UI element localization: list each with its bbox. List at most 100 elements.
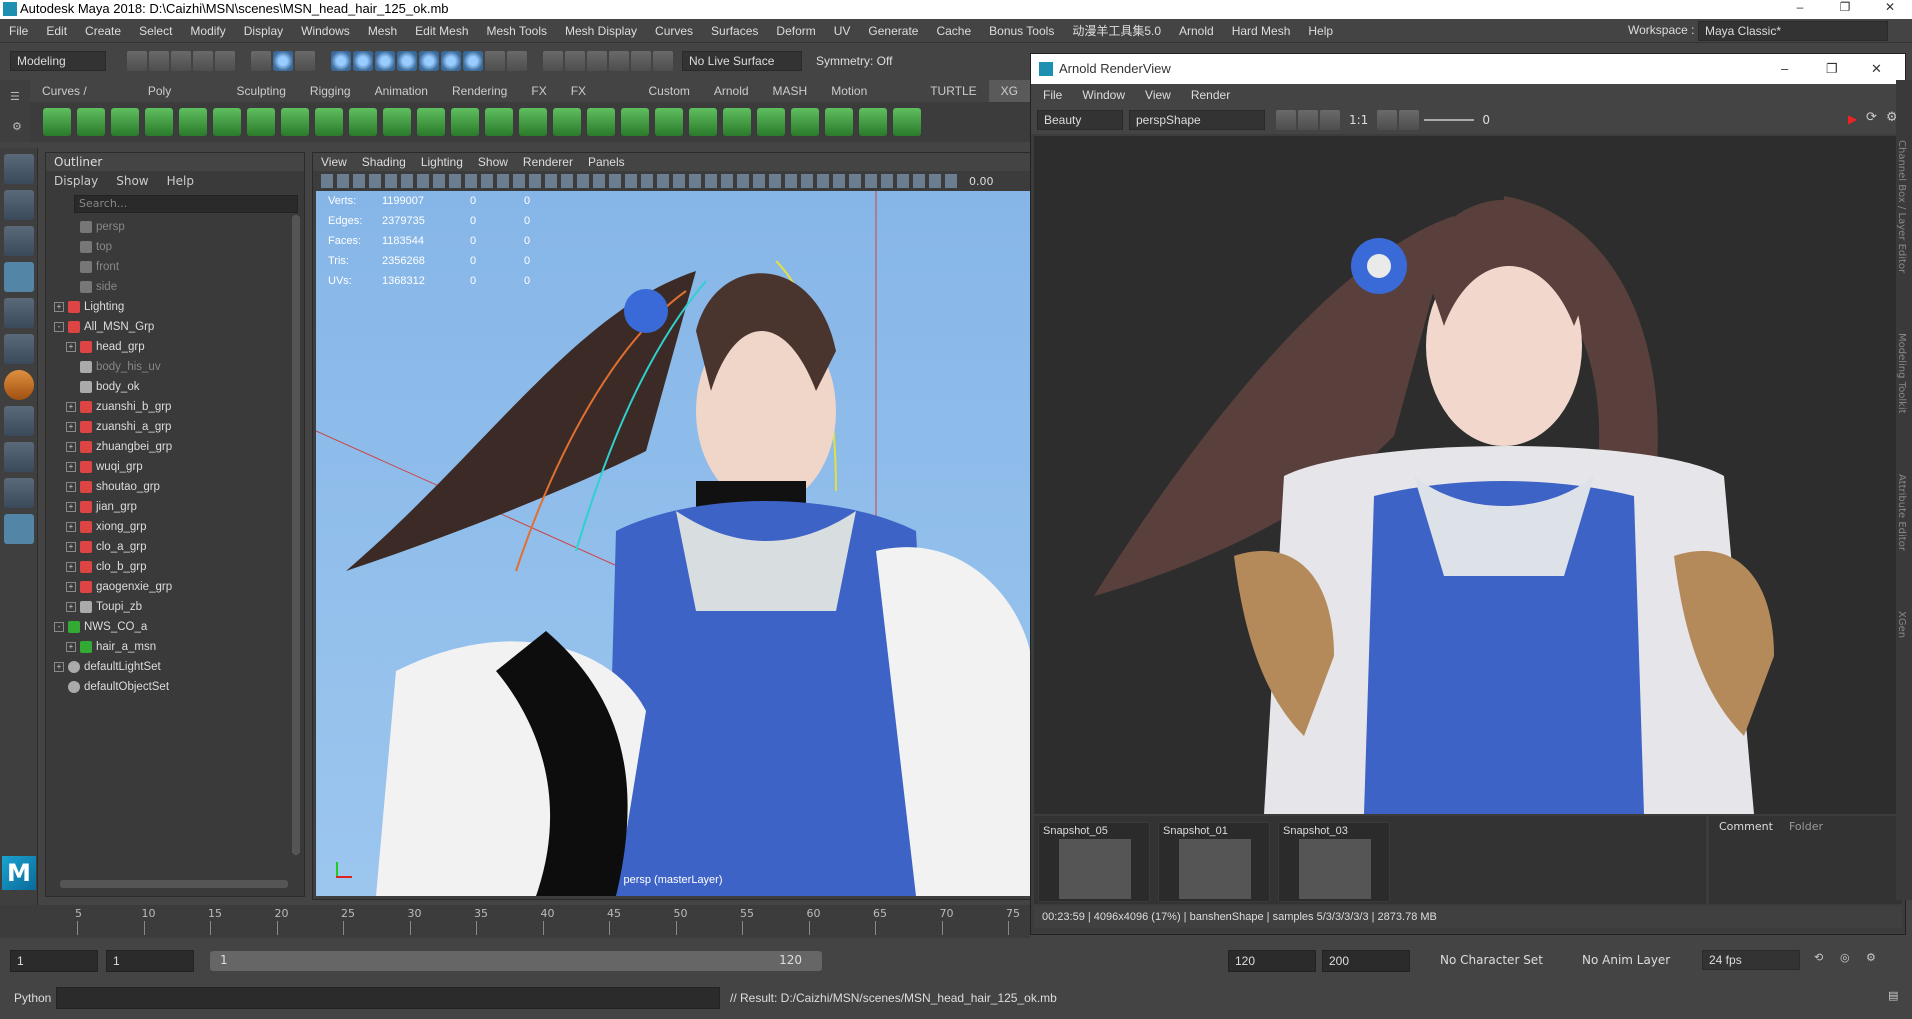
tab-mash[interactable]: MASH bbox=[761, 80, 820, 102]
xgen-grow-icon[interactable] bbox=[621, 108, 649, 136]
expand-icon[interactable]: + bbox=[54, 302, 64, 312]
expand-icon[interactable]: + bbox=[66, 642, 76, 652]
exposure-slider[interactable] bbox=[1424, 119, 1475, 121]
outliner-menu-display[interactable]: Display bbox=[54, 171, 98, 191]
outliner-item[interactable]: + defaultLightSet bbox=[46, 657, 304, 677]
tab-custom[interactable]: Custom bbox=[637, 80, 702, 102]
menu-help[interactable]: Help bbox=[1299, 19, 1342, 43]
expand-icon[interactable]: + bbox=[66, 562, 76, 572]
menu-bonus-tools[interactable]: Bonus Tools bbox=[980, 19, 1063, 43]
renderview-maximize-button[interactable]: ❐ bbox=[1826, 54, 1838, 84]
xgen-add-guide-icon[interactable] bbox=[213, 108, 241, 136]
snapshot-item[interactable]: Snapshot_01 bbox=[1158, 822, 1270, 902]
expand-icon[interactable]: + bbox=[66, 442, 76, 452]
outliner-item[interactable]: + zuanshi_a_grp bbox=[46, 417, 304, 437]
scene-end-field[interactable]: 200 bbox=[1322, 950, 1410, 972]
collapse-icon[interactable]: - bbox=[54, 622, 64, 632]
xgen-tab[interactable]: XGen bbox=[1896, 611, 1907, 638]
live-surface-field[interactable]: No Live Surface bbox=[682, 51, 802, 71]
menu-mesh-display[interactable]: Mesh Display bbox=[556, 19, 646, 43]
menu-mesh-tools[interactable]: Mesh Tools bbox=[478, 19, 556, 43]
tab-fx-caching[interactable]: FX Caching bbox=[559, 80, 637, 120]
move-tool-icon[interactable] bbox=[4, 262, 34, 292]
menu-edit[interactable]: Edit bbox=[37, 19, 76, 43]
viewport-tool-icons[interactable] bbox=[321, 174, 961, 188]
xgen-coil-icon[interactable] bbox=[485, 108, 513, 136]
auto-key-icon[interactable]: ◎ bbox=[1840, 951, 1850, 964]
viewport-menu-view[interactable]: View bbox=[321, 153, 347, 171]
scene-start-field[interactable]: 1 bbox=[10, 950, 98, 972]
open-scene-icon[interactable] bbox=[149, 51, 169, 71]
tab-rendering[interactable]: Rendering bbox=[440, 80, 519, 102]
menu-select[interactable]: Select bbox=[130, 19, 181, 43]
tab-folder[interactable]: Folder bbox=[1789, 820, 1823, 833]
outliner-menu-help[interactable]: Help bbox=[167, 171, 194, 191]
camera-dropdown[interactable]: perspShape bbox=[1129, 110, 1265, 130]
tab-xgen[interactable]: XG bbox=[988, 80, 1030, 102]
lasso-tool-icon[interactable] bbox=[4, 190, 34, 220]
shelf-menu-icon[interactable]: ☰ bbox=[10, 90, 20, 103]
xgen-comb-icon[interactable] bbox=[247, 108, 275, 136]
tab-rigging[interactable]: Rigging bbox=[298, 80, 363, 102]
xgen-paint-icon[interactable] bbox=[553, 108, 581, 136]
symmetry-dropdown[interactable]: Symmetry: Off bbox=[816, 54, 892, 68]
snap-view-plane-icon[interactable] bbox=[397, 51, 417, 71]
outliner-item[interactable]: + zhuangbei_grp bbox=[46, 437, 304, 457]
render-image[interactable] bbox=[1034, 136, 1902, 814]
outliner-item[interactable]: body_his_uv bbox=[46, 357, 304, 377]
menu-uv[interactable]: UV bbox=[825, 19, 860, 43]
xgen-lock-icon[interactable] bbox=[281, 108, 309, 136]
outliner-item[interactable]: - All_MSN_Grp bbox=[46, 317, 304, 337]
xgen-twist-icon[interactable] bbox=[757, 108, 785, 136]
menu-cache[interactable]: Cache bbox=[927, 19, 980, 43]
tab-fx[interactable]: FX bbox=[519, 80, 558, 102]
menu-edit-mesh[interactable]: Edit Mesh bbox=[406, 19, 477, 43]
outliner-search-input[interactable]: Search... bbox=[74, 195, 298, 213]
outliner-item[interactable]: body_ok bbox=[46, 377, 304, 397]
outliner-item[interactable]: - NWS_CO_a bbox=[46, 617, 304, 637]
refresh-render-icon[interactable]: ⟳ bbox=[1866, 110, 1877, 125]
playback-start-field[interactable]: 1 bbox=[106, 950, 194, 972]
tab-animation[interactable]: Animation bbox=[363, 80, 440, 102]
rotate-tool-icon[interactable] bbox=[4, 298, 34, 328]
playback-prefs-icon[interactable]: ⚙ bbox=[1866, 951, 1876, 964]
tab-poly-modeling[interactable]: Poly Modeling bbox=[136, 80, 225, 120]
renderview-menu-view[interactable]: View bbox=[1145, 84, 1171, 106]
xgen-part-icon[interactable] bbox=[893, 108, 921, 136]
renderview-close-button[interactable]: ✕ bbox=[1871, 54, 1882, 84]
viewport-exposure-field[interactable]: 0.00 bbox=[969, 175, 994, 188]
command-language-label[interactable]: Python bbox=[14, 991, 51, 1005]
xgen-width-icon[interactable] bbox=[689, 108, 717, 136]
xgen-clump-icon[interactable] bbox=[383, 108, 411, 136]
xgen-cut-icon[interactable] bbox=[417, 108, 445, 136]
outliner-scrollbar[interactable] bbox=[292, 215, 300, 855]
menu-toolset[interactable]: 动漫羊工具集5.0 bbox=[1063, 19, 1170, 43]
xgen-layer-icon[interactable] bbox=[349, 108, 377, 136]
time-slider[interactable]: 5 10 15 20 25 30 35 40 45 50 55 60 65 70 75 bbox=[0, 905, 1030, 938]
viewport-menu-renderer[interactable]: Renderer bbox=[523, 153, 573, 171]
outliner-item[interactable]: + hair_a_msn bbox=[46, 637, 304, 657]
renderview-minimize-button[interactable]: – bbox=[1781, 54, 1788, 84]
xgen-cloud-icon[interactable] bbox=[111, 108, 139, 136]
menu-windows[interactable]: Windows bbox=[292, 19, 359, 43]
snap-grid-icon[interactable] bbox=[331, 51, 351, 71]
expand-icon[interactable]: + bbox=[66, 522, 76, 532]
expand-icon[interactable]: + bbox=[66, 402, 76, 412]
fps-dropdown[interactable]: 24 fps bbox=[1702, 950, 1800, 970]
outliner-item[interactable]: + jian_grp bbox=[46, 497, 304, 517]
xgen-length-icon[interactable] bbox=[655, 108, 683, 136]
select-component-icon[interactable] bbox=[295, 51, 315, 71]
save-scene-icon[interactable] bbox=[171, 51, 191, 71]
frame-fit-icon[interactable] bbox=[1377, 110, 1398, 130]
outliner-item[interactable]: + clo_b_grp bbox=[46, 557, 304, 577]
display-icon[interactable] bbox=[1320, 110, 1340, 130]
select-hierarchy-icon[interactable] bbox=[251, 51, 271, 71]
renderview-menu-file[interactable]: File bbox=[1043, 84, 1062, 106]
menu-surfaces[interactable]: Surfaces bbox=[702, 19, 767, 43]
snapshot-item[interactable]: Snapshot_03 bbox=[1278, 822, 1390, 902]
menu-modify[interactable]: Modify bbox=[181, 19, 234, 43]
layout-two-icon[interactable] bbox=[4, 478, 34, 508]
tab-sculpting[interactable]: Sculpting bbox=[225, 80, 298, 102]
command-input[interactable] bbox=[56, 987, 720, 1009]
xgen-orient-icon[interactable] bbox=[791, 108, 819, 136]
